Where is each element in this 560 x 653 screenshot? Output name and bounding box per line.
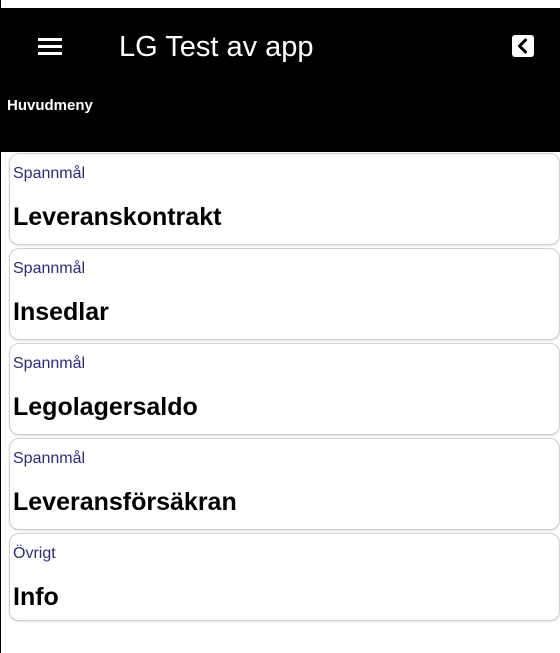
menu-item-label: Leveransförsäkran [13, 488, 237, 516]
menu-item-leveranskontrakt[interactable]: Spannmål Leveranskontrakt [9, 153, 560, 245]
menu-item-category: Spannmål [13, 260, 86, 277]
page-subtitle: Huvudmeny [7, 97, 93, 114]
main-menu-list: Spannmål Leveranskontrakt Spannmål Insed… [9, 153, 560, 624]
app-screen: LG Test av app Huvudmeny Spannmål Levera… [0, 0, 560, 653]
menu-item-info[interactable]: Övrigt Info [9, 533, 560, 621]
menu-item-label: Legolagersaldo [13, 393, 198, 421]
status-strip [0, 0, 560, 8]
menu-item-insedlar[interactable]: Spannmål Insedlar [9, 248, 560, 340]
menu-item-category: Spannmål [13, 450, 86, 467]
back-arrow-icon[interactable] [512, 35, 534, 57]
app-title: LG Test av app [119, 31, 314, 63]
menu-item-category: Spannmål [13, 165, 86, 182]
app-header: LG Test av app Huvudmeny [0, 0, 560, 152]
menu-item-label: Info [13, 583, 59, 611]
menu-item-legolagersaldo[interactable]: Spannmål Legolagersaldo [9, 343, 560, 435]
hamburger-menu-icon[interactable] [38, 38, 62, 56]
menu-item-category: Spannmål [13, 355, 86, 372]
menu-item-label: Leveranskontrakt [13, 203, 222, 231]
menu-item-leveransforsakran[interactable]: Spannmål Leveransförsäkran [9, 438, 560, 530]
menu-item-label: Insedlar [13, 298, 109, 326]
menu-item-category: Övrigt [13, 545, 56, 562]
chevron-left-icon [518, 38, 527, 54]
frame-edge [0, 0, 1, 653]
